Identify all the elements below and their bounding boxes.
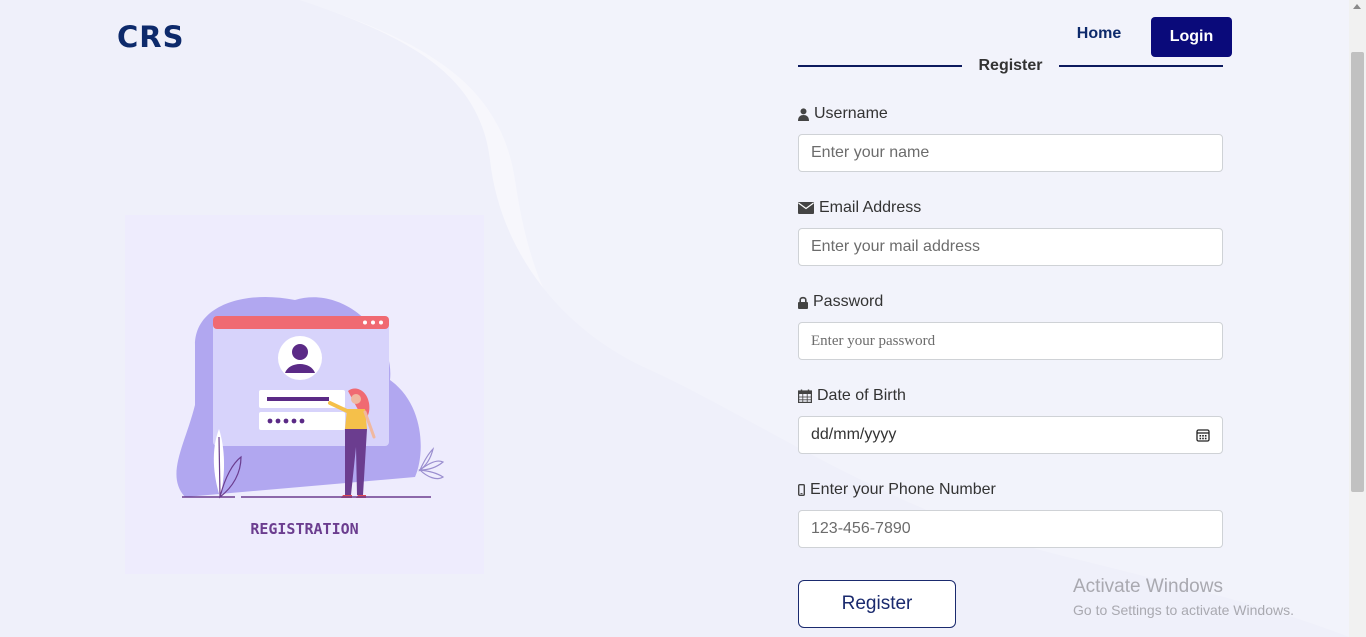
dob-placeholder: dd/mm/yyyy (811, 426, 897, 443)
phone-label: Enter your Phone Number (798, 481, 996, 499)
nav-home-link[interactable]: Home (1068, 25, 1130, 43)
lock-icon (798, 296, 808, 309)
register-button[interactable]: Register (798, 580, 956, 628)
email-label-text: Email Address (819, 199, 922, 216)
username-input[interactable] (798, 134, 1223, 172)
page-scrollbar[interactable] (1349, 0, 1366, 637)
mobile-icon (798, 484, 805, 496)
scroll-up-arrow[interactable] (1353, 4, 1361, 9)
username-label: Username (798, 105, 888, 123)
user-icon (798, 107, 809, 121)
watermark-title: Activate Windows (1073, 576, 1223, 597)
email-input[interactable] (798, 228, 1223, 266)
form-title-row: Register (798, 55, 1223, 79)
form-title: Register (978, 57, 1043, 74)
envelope-icon (798, 202, 814, 214)
password-input[interactable] (798, 322, 1223, 360)
phone-label-text: Enter your Phone Number (810, 481, 996, 498)
dob-label: Date of Birth (798, 387, 906, 405)
username-label-text: Username (814, 105, 888, 122)
scroll-thumb[interactable] (1351, 52, 1364, 492)
illustration-caption: REGISTRATION (250, 520, 359, 538)
email-label: Email Address (798, 199, 921, 217)
dob-label-text: Date of Birth (817, 387, 906, 404)
password-label-text: Password (813, 293, 884, 310)
phone-input[interactable] (798, 510, 1223, 548)
watermark-subtitle: Go to Settings to activate Windows. (1073, 602, 1294, 618)
windows-activation-watermark: Activate Windows Go to Settings to activ… (1073, 576, 1294, 618)
dob-input[interactable]: dd/mm/yyyy (798, 416, 1223, 454)
password-label: Password (798, 293, 883, 311)
brand-logo[interactable]: CRS (117, 20, 185, 54)
calendar-picker-icon[interactable] (1196, 428, 1210, 442)
registration-illustration: REGISTRATION (125, 215, 484, 574)
calendar-icon (798, 389, 812, 403)
nav-login-button[interactable]: Login (1151, 17, 1232, 57)
